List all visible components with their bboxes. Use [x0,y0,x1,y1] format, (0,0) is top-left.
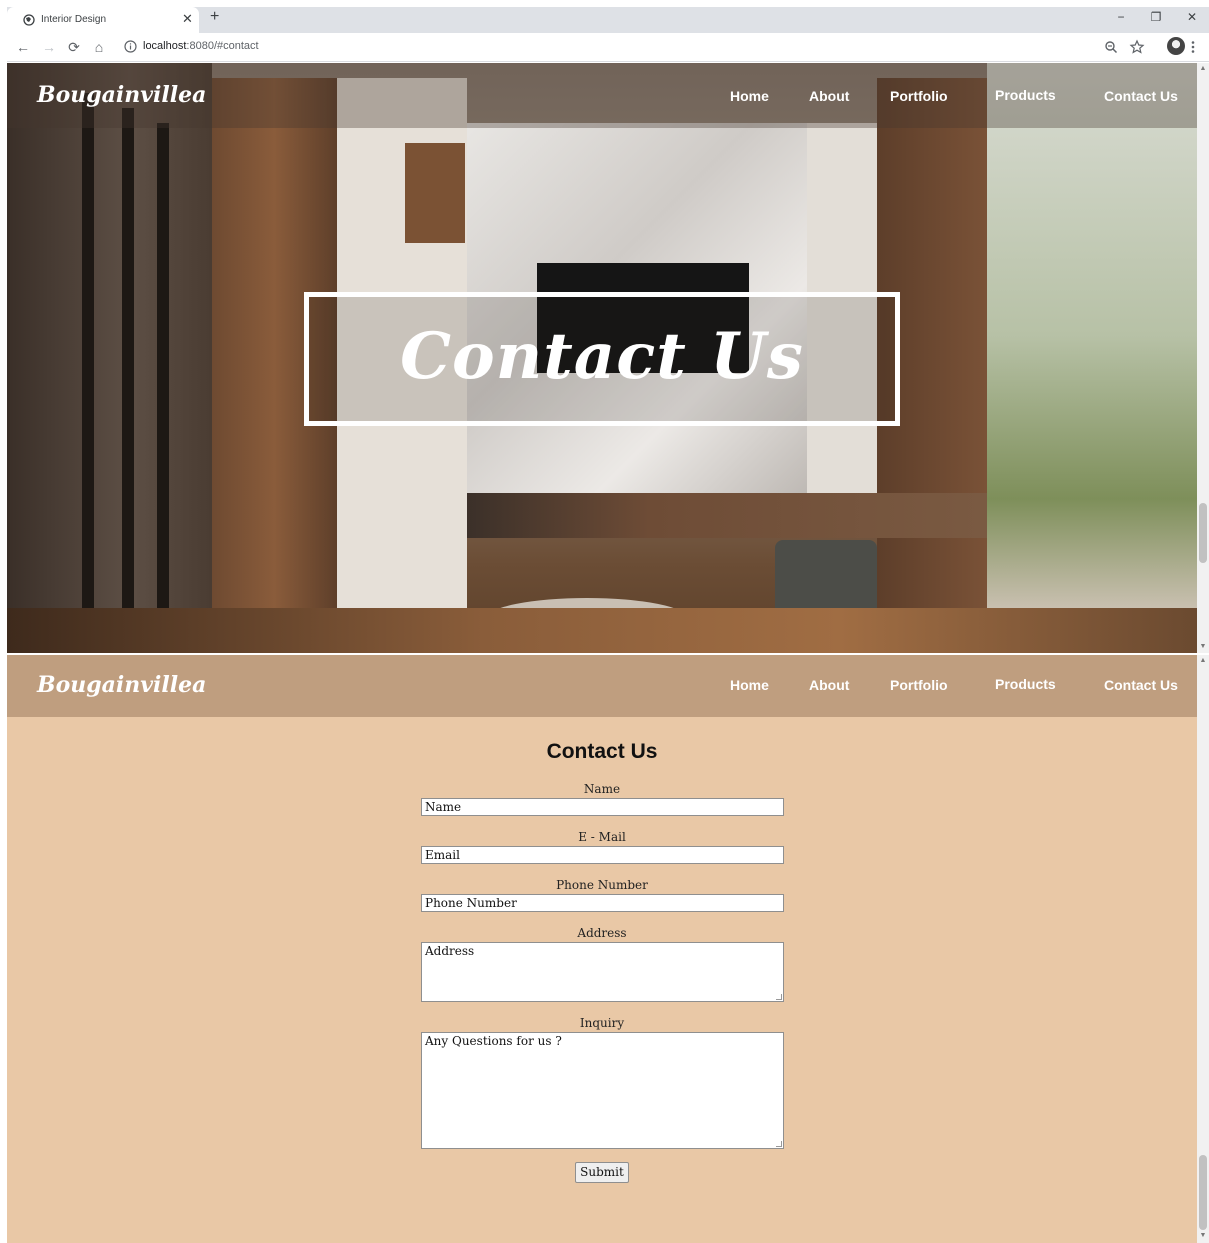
zoom-icon[interactable] [1103,39,1119,55]
scroll-thumb[interactable] [1199,503,1207,563]
info-icon[interactable] [124,40,137,53]
site-navbar: Bougainvillea Home About Portfolio Produ… [7,655,1197,717]
url-path: :8080/#contact [186,40,259,52]
scroll-up-arrow[interactable]: ▲ [1197,65,1209,72]
nav-products[interactable]: Products [995,676,1056,692]
page-scrollbar[interactable]: ▲ ▼ [1197,655,1209,1243]
nav-contact[interactable]: Contact Us [1104,677,1178,693]
hero-slat [157,123,169,633]
hero-slat [82,93,94,623]
nav-contact[interactable]: Contact Us [1104,88,1178,104]
contact-section: Bougainvillea Home About Portfolio Produ… [7,655,1197,1243]
browser-tab[interactable]: Interior Design ✕ [7,7,199,33]
minimize-button[interactable]: − [1111,10,1131,24]
hero-navbar: Bougainvillea Home About Portfolio Produ… [7,63,1197,128]
hero-title-frame: Contact Us [304,292,900,426]
scroll-down-arrow[interactable]: ▼ [1197,643,1209,650]
bookmark-star-icon[interactable] [1129,39,1145,55]
hero-left-wall [7,63,212,653]
hero-floor [7,608,1197,653]
close-window-button[interactable]: ✕ [1182,10,1202,24]
nav-portfolio[interactable]: Portfolio [890,88,948,104]
resize-handle[interactable] [776,994,782,1000]
hero-tv-console [467,493,987,538]
restore-button[interactable]: ❐ [1146,10,1166,24]
email-label: E - Mail [578,830,626,844]
nav-home[interactable]: Home [730,88,769,104]
phone-input[interactable]: Phone Number [421,894,784,912]
scroll-up-arrow[interactable]: ▲ [1197,657,1209,664]
address-textarea[interactable]: Address [421,942,784,1002]
inquiry-label: Inquiry [579,1016,625,1030]
nav-about[interactable]: About [809,88,849,104]
scroll-thumb[interactable] [1199,1155,1207,1230]
nav-home[interactable]: Home [730,677,769,693]
phone-label: Phone Number [556,878,648,892]
url-host: localhost [143,40,187,52]
address-placeholder: Address [425,944,475,958]
name-input[interactable]: Name [421,798,784,816]
form-title: Contact Us [546,740,658,763]
brand-logo[interactable]: Bougainvillea [37,672,206,698]
name-label: Name [583,782,621,796]
nav-about[interactable]: About [809,677,849,693]
address-label: Address [577,926,627,940]
brand-logo[interactable]: Bougainvillea [37,82,206,108]
submit-button[interactable]: Submit [575,1162,629,1183]
profile-avatar[interactable] [1167,37,1185,55]
back-button[interactable]: ← [15,39,31,55]
address-bar[interactable]: localhost:8080/#contact [143,40,259,52]
new-tab-button[interactable]: + [210,9,219,25]
scroll-down-arrow[interactable]: ▼ [1197,1232,1209,1239]
tab-title: Interior Design [41,14,107,25]
forward-button[interactable]: → [41,39,57,55]
reload-button[interactable]: ⟳ [66,39,82,55]
browser-toolbar: ← → ⟳ ⌂ localhost:8080/#contact [7,33,1209,62]
globe-icon [23,14,35,26]
hero-window [987,63,1197,608]
hero-section: Bougainvillea Home About Portfolio Produ… [7,63,1197,653]
inquiry-textarea[interactable]: Any Questions for us ? [421,1032,784,1149]
hero-scrollbar[interactable]: ▲ ▼ [1197,63,1209,653]
hero-slat [122,108,134,628]
hero-shelf-door [405,143,465,243]
menu-dots-icon[interactable] [1185,39,1201,55]
nav-products[interactable]: Products [995,87,1056,103]
inquiry-placeholder: Any Questions for us ? [425,1034,562,1048]
resize-handle[interactable] [776,1141,782,1147]
nav-portfolio[interactable]: Portfolio [890,677,948,693]
close-tab-icon[interactable]: ✕ [182,11,193,27]
email-input[interactable]: Email [421,846,784,864]
home-button[interactable]: ⌂ [91,39,107,55]
hero-title: Contact Us [400,319,804,394]
